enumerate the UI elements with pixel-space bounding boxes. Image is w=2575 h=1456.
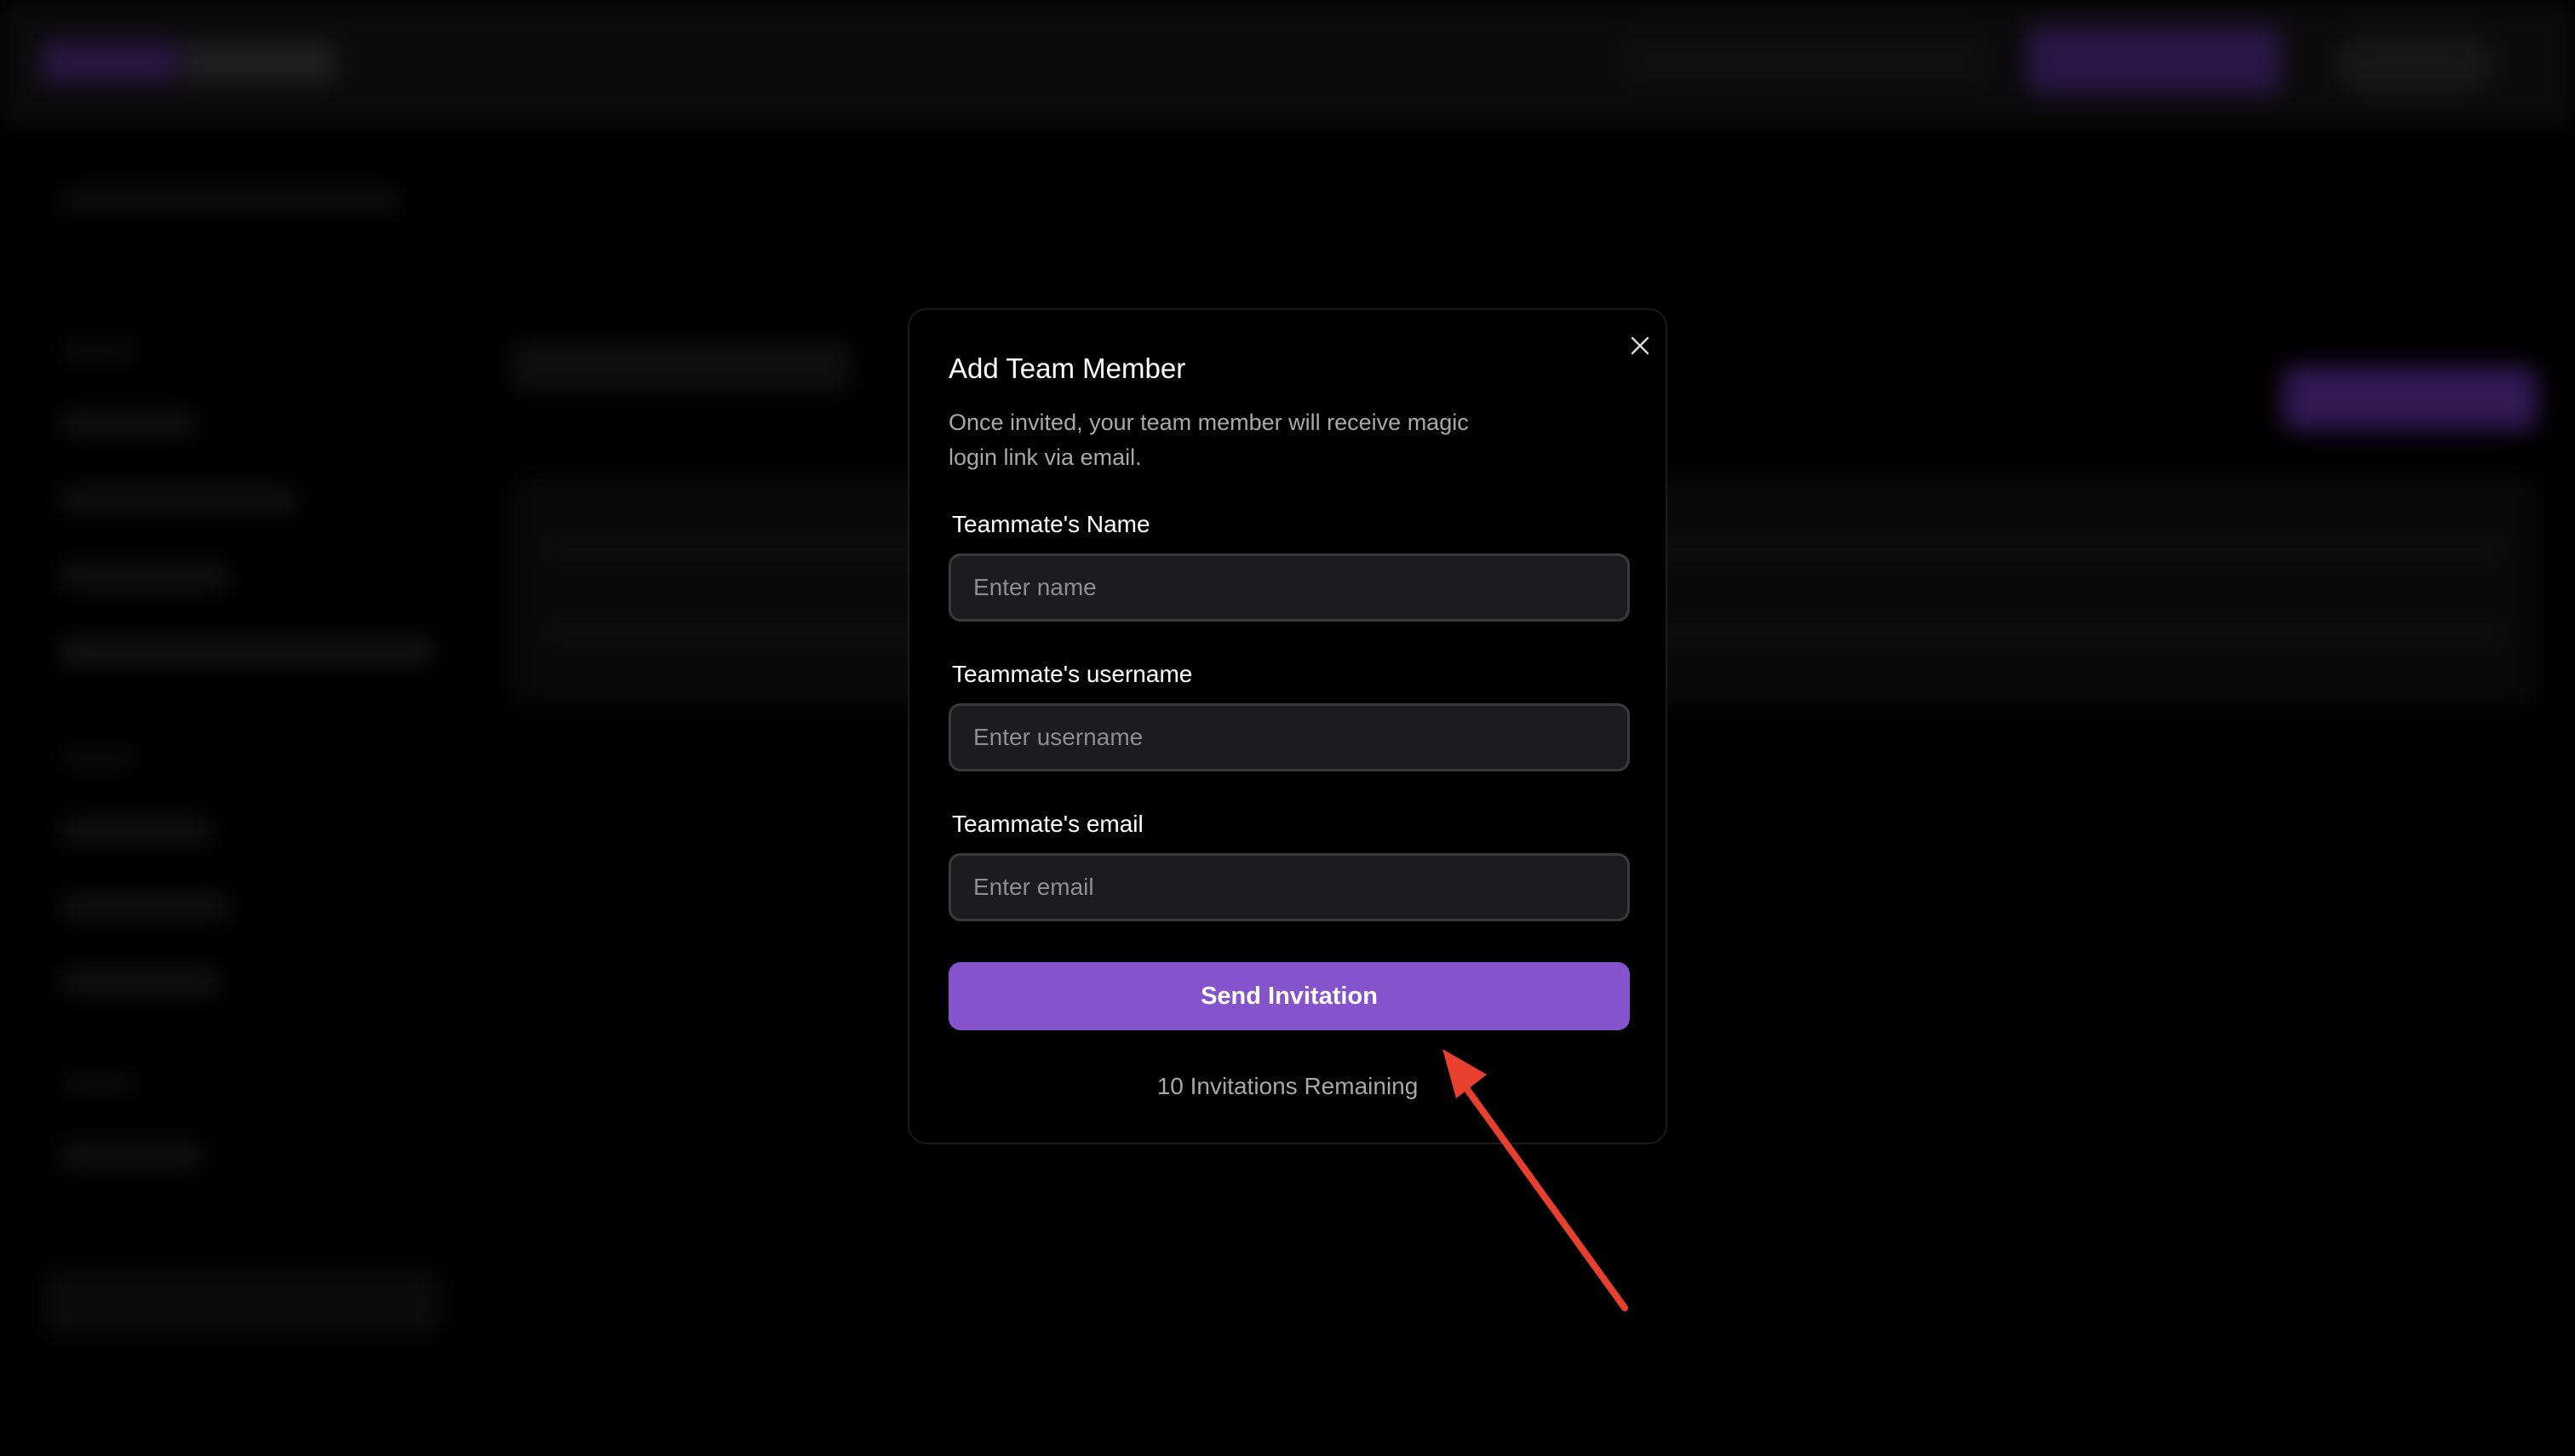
close-button[interactable] xyxy=(1623,329,1657,363)
add-member-button xyxy=(2282,366,2538,431)
send-invitation-button[interactable]: Send Invitation xyxy=(949,962,1630,1030)
sidebar-item-active xyxy=(60,637,434,666)
sidebar-item xyxy=(60,816,213,845)
logo-wordmark xyxy=(182,41,335,83)
email-input[interactable] xyxy=(949,853,1630,921)
logo xyxy=(41,41,177,83)
add-team-member-dialog: Add Team Member Once invited, your team … xyxy=(908,308,1667,1144)
breadcrumb xyxy=(60,187,400,213)
page-title xyxy=(511,341,852,392)
avatar xyxy=(2333,34,2495,94)
top-bar-button xyxy=(1626,34,1984,89)
sidebar-item xyxy=(60,485,298,514)
username-input[interactable] xyxy=(949,703,1630,771)
close-icon xyxy=(1631,336,1649,355)
sidebar-item xyxy=(60,562,230,591)
sidebar-section-heading xyxy=(60,341,136,361)
sidebar-section-heading xyxy=(60,1073,136,1093)
dialog-title: Add Team Member xyxy=(949,353,1186,384)
sidebar-item xyxy=(60,967,221,996)
name-field-label: Teammate's Name xyxy=(952,511,1150,537)
name-input[interactable] xyxy=(949,553,1630,622)
invitations-remaining-text: 10 Invitations Remaining xyxy=(1156,1073,1419,1099)
sidebar-item xyxy=(60,892,230,921)
username-field-label: Teammate's username xyxy=(952,661,1193,687)
sidebar-item xyxy=(60,1141,204,1170)
top-bar-primary-button xyxy=(2027,26,2282,94)
dialog-description: Once invited, your team member will rece… xyxy=(949,410,1469,470)
email-field-label: Teammate's email xyxy=(952,811,1144,837)
sidebar-section-heading xyxy=(60,748,136,768)
sidebar-item xyxy=(60,409,196,438)
sidebar-footer xyxy=(43,1269,443,1337)
